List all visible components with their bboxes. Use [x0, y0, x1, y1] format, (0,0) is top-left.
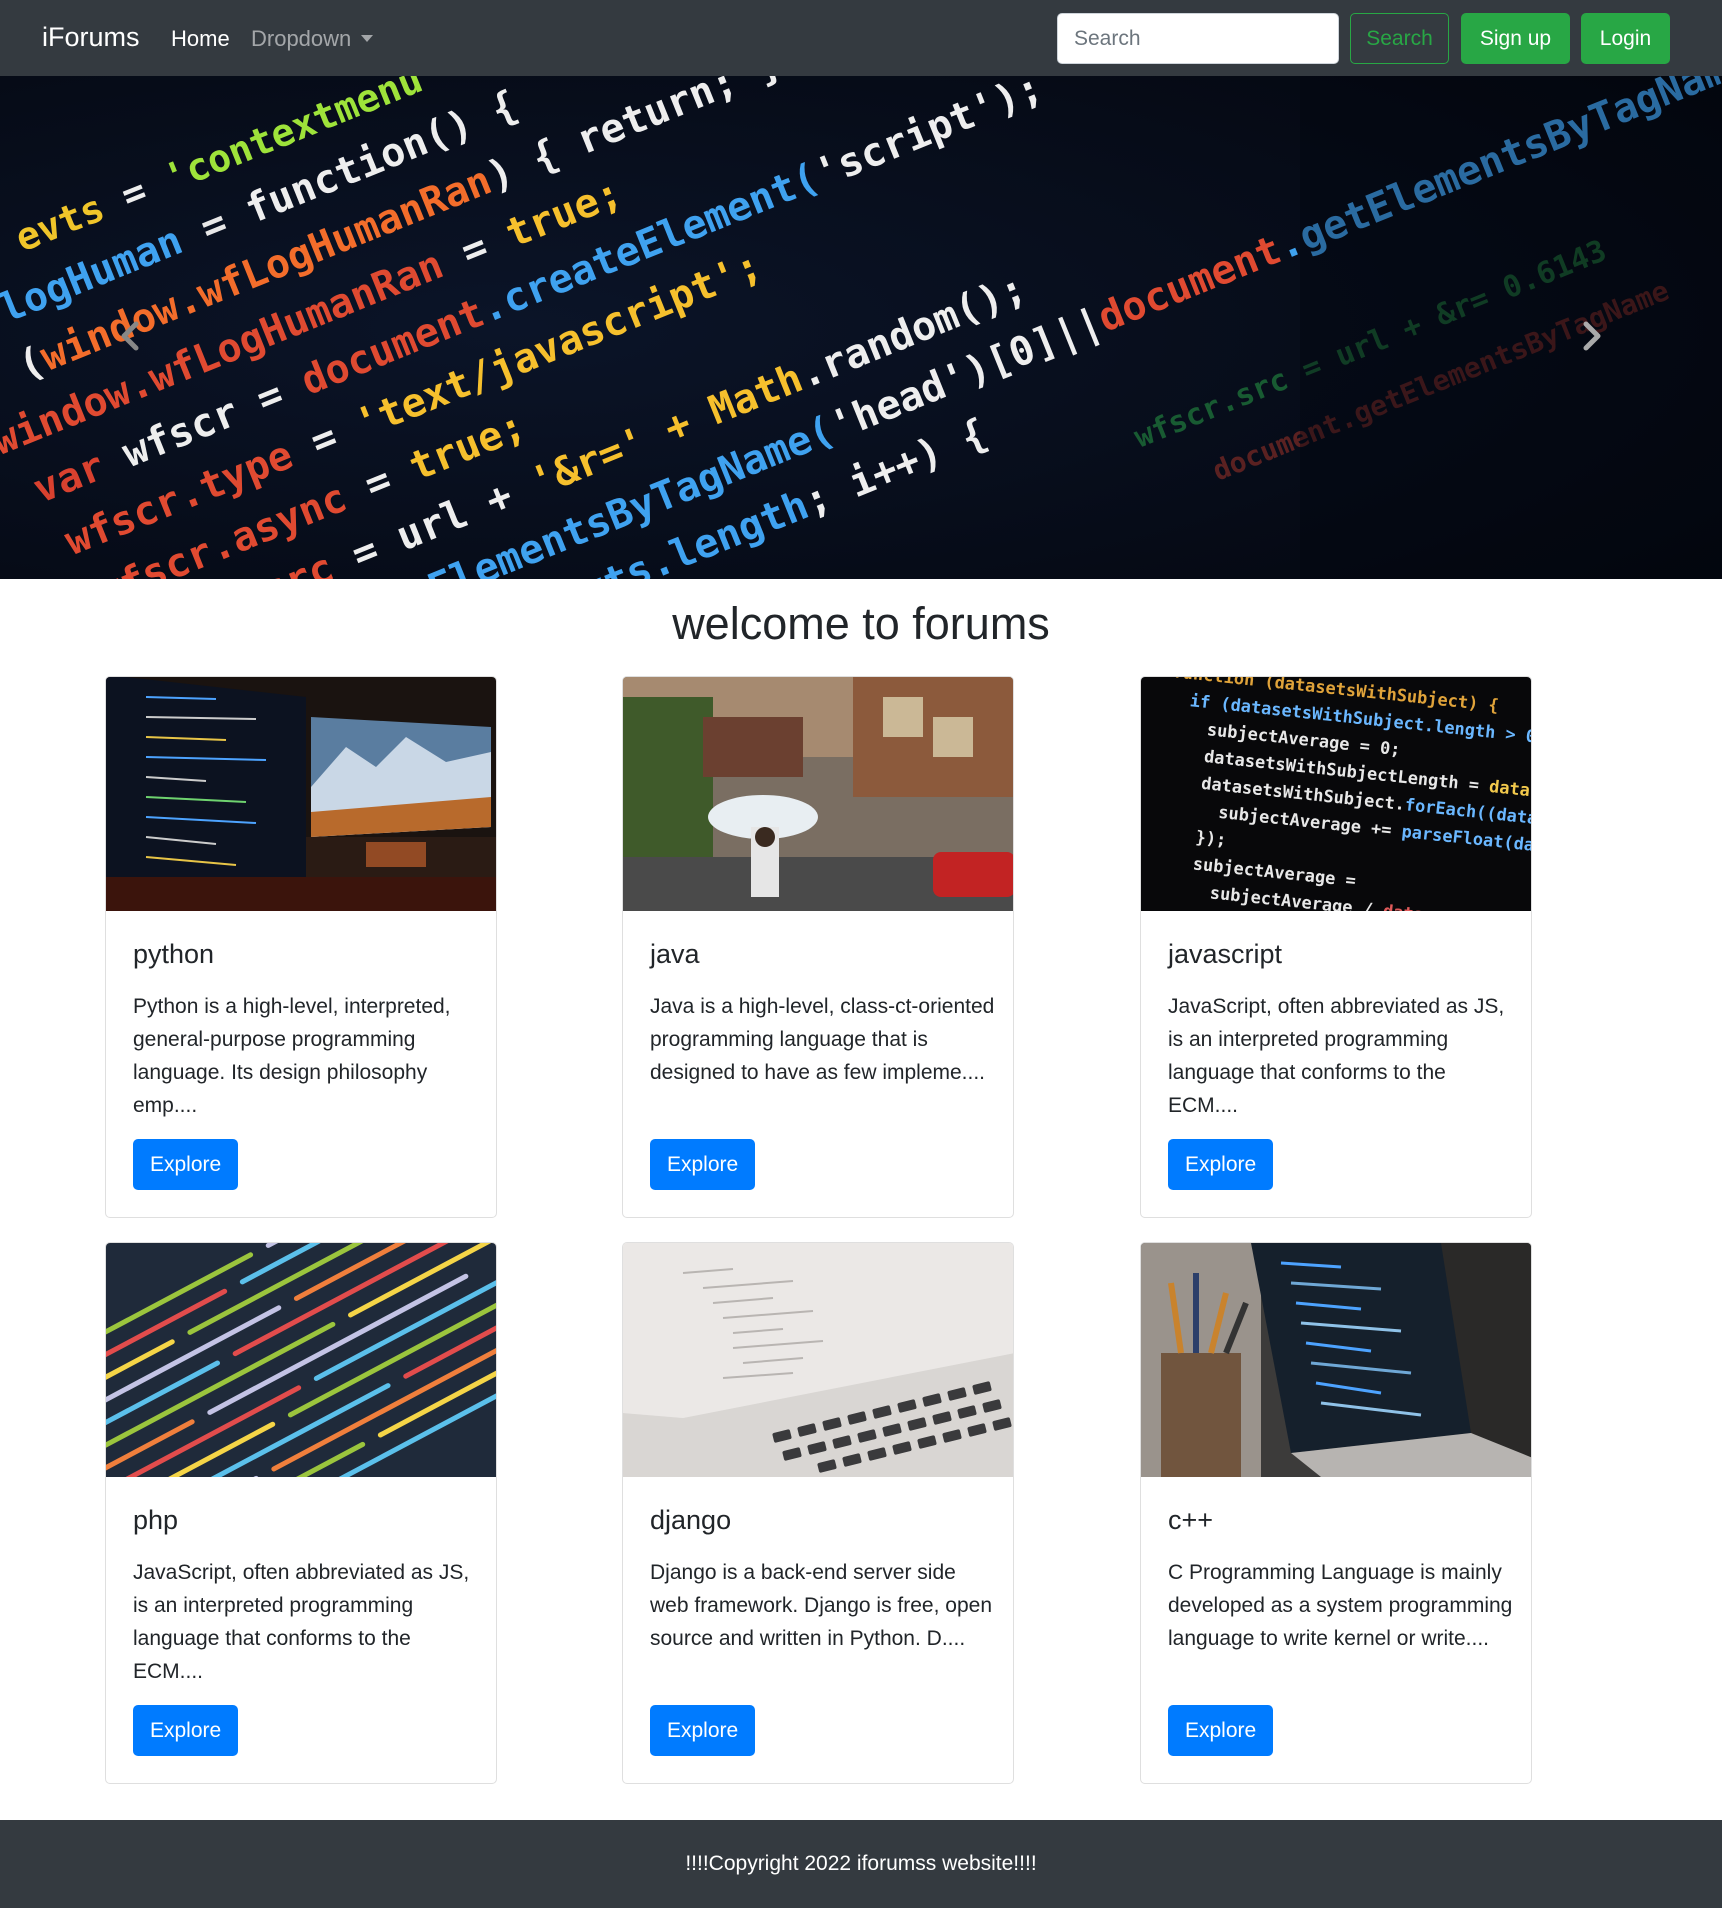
signup-button[interactable]: Sign up [1461, 13, 1570, 64]
forum-card-django: django Django is a back-end server side … [622, 1242, 1014, 1784]
explore-button[interactable]: Explore [650, 1139, 756, 1190]
footer-copyright: !!!!Copyright 2022 iforumss website!!!! [685, 1852, 1037, 1875]
card-text: Django is a back-end server side web fra… [650, 1561, 992, 1650]
search-input[interactable] [1057, 13, 1339, 64]
card-title: javascript [1168, 939, 1283, 969]
card-image-php [106, 1243, 496, 1477]
caret-down-icon [361, 34, 374, 42]
explore-button[interactable]: Explore [1168, 1705, 1274, 1756]
forum-card-javascript: function (datasetsWithSubject) { if (dat… [1140, 676, 1532, 1218]
brand-logo[interactable]: iForums [42, 22, 140, 53]
card-image-cpp [1141, 1243, 1531, 1477]
card-title: php [133, 1505, 179, 1535]
nav-dropdown-label: Dropdown [251, 26, 352, 51]
card-text: Python is a high-level, interpreted, gen… [133, 995, 451, 1117]
explore-button[interactable]: Explore [133, 1139, 239, 1190]
search-button[interactable]: Search [1350, 13, 1449, 64]
card-title: django [650, 1505, 732, 1535]
forum-card-php: php JavaScript, often abbreviated as JS,… [105, 1242, 497, 1784]
card-text: C Programming Language is mainly develop… [1168, 1561, 1513, 1650]
explore-button[interactable]: Explore [650, 1705, 756, 1756]
explore-button[interactable]: Explore [133, 1705, 239, 1756]
card-image-python [106, 677, 496, 911]
carousel-next-button[interactable] [1562, 306, 1622, 366]
card-image-django [623, 1243, 1013, 1477]
forum-card-cpp: c++ C Programming Language is mainly dev… [1140, 1242, 1532, 1784]
svg-text:});: }); [1195, 828, 1228, 851]
footer: !!!!Copyright 2022 iforumss website!!!! [0, 1820, 1722, 1908]
card-text: Java is a high-level, class-ct-oriented … [650, 995, 995, 1084]
nav-dropdown-toggle[interactable]: Dropdown [251, 26, 374, 52]
navbar: iForums Home Dropdown Search Sign up Log… [0, 0, 1722, 76]
hero-carousel: } var evts = 'contextmenu' var logHuman … [0, 76, 1722, 579]
card-title: c++ [1168, 1505, 1214, 1535]
carousel-prev-button[interactable] [100, 306, 160, 366]
card-title: python [133, 939, 215, 969]
card-text: JavaScript, often abbreviated as JS, is … [133, 1561, 470, 1683]
nav-home-link[interactable]: Home [171, 26, 230, 52]
card-image-javascript: function (datasetsWithSubject) { if (dat… [1141, 677, 1531, 911]
code-banner-image: } var evts = 'contextmenu' var logHuman … [0, 76, 1722, 579]
card-image-java [623, 677, 1013, 911]
page-title: welcome to forums [672, 598, 1050, 649]
forum-card-python: python Python is a high-level, interpret… [105, 676, 497, 1218]
card-title: java [650, 939, 700, 969]
card-text: JavaScript, often abbreviated as JS, is … [1168, 995, 1505, 1117]
explore-button[interactable]: Explore [1168, 1139, 1274, 1190]
forum-card-java: java Java is a high-level, class-ct-orie… [622, 676, 1014, 1218]
login-button[interactable]: Login [1581, 13, 1670, 64]
